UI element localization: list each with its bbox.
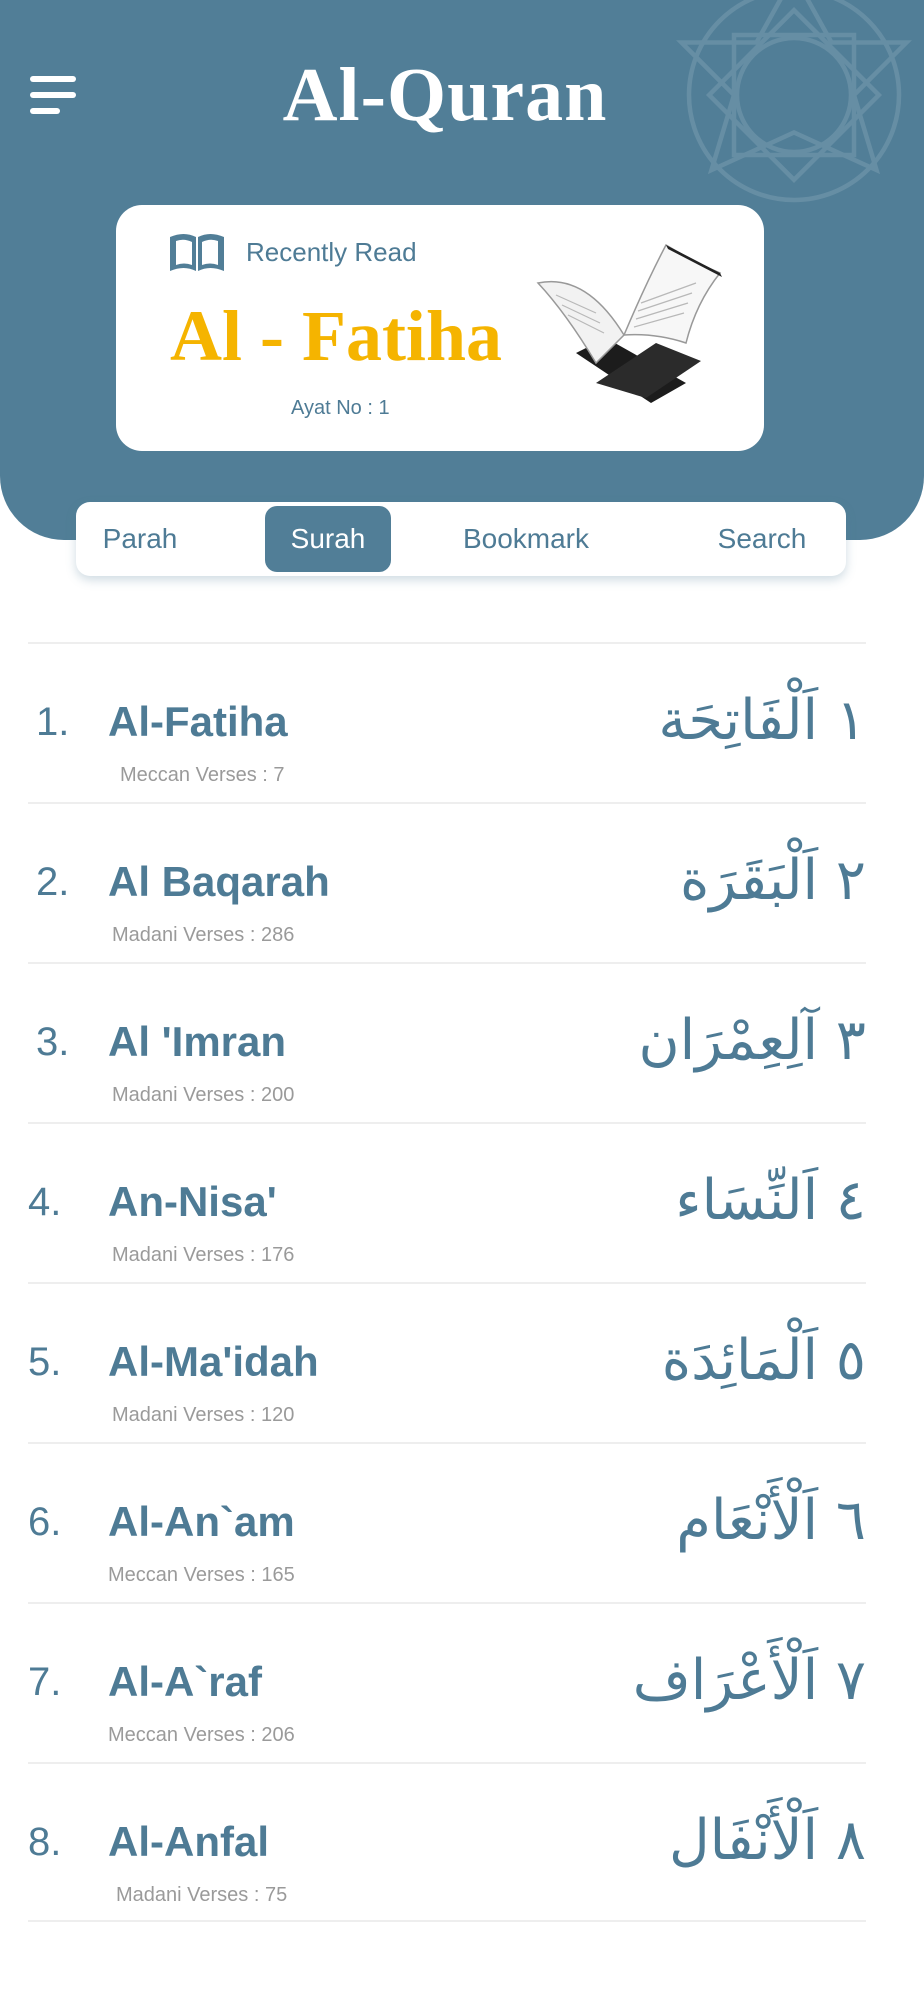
surah-list: 1. Al-Fatiha Meccan Verses : 7 ١ اَلْفَا… <box>28 642 866 1922</box>
surah-arabic-name: ٤ اَلنِّسَاء <box>675 1168 866 1233</box>
surah-arabic-name: ٧ اَلْأَعْرَاف <box>632 1648 866 1713</box>
surah-meta: Madani Verses : 75 <box>116 1884 288 1906</box>
surah-arabic-name: ٦ اَلْأَنْعَام <box>676 1488 866 1553</box>
surah-meta: Madani Verses : 176 <box>112 1244 295 1266</box>
tab-surah[interactable]: Surah <box>265 506 391 572</box>
surah-arabic-name: ٢ اَلْبَقَرَة <box>680 848 866 913</box>
surah-number: 3. <box>36 1020 70 1064</box>
tab-search[interactable]: Search <box>692 506 832 572</box>
app-header: Al-Quran Recently Read Al - Fatiha Ayat … <box>0 0 924 540</box>
surah-number: 2. <box>36 860 70 904</box>
tab-bar: Parah Surah Bookmark Search <box>76 502 846 576</box>
surah-name: Al-Ma'idah <box>108 1338 319 1385</box>
surah-number: 8. <box>28 1820 62 1864</box>
surah-number: 4. <box>28 1180 62 1224</box>
surah-number: 6. <box>28 1500 62 1544</box>
surah-arabic-name: ٨ اَلْأَنْفَال <box>668 1808 866 1873</box>
list-item[interactable]: 6. Al-An`am Meccan Verses : 165 ٦ اَلْأَ… <box>28 1442 866 1602</box>
list-item[interactable]: 2. Al Baqarah Madani Verses : 286 ٢ اَلْ… <box>28 802 866 962</box>
list-item[interactable]: 5. Al-Ma'idah Madani Verses : 120 ٥ اَلْ… <box>28 1282 866 1442</box>
recent-surah-title: Al - Fatiha <box>170 296 502 376</box>
surah-name: Al-Fatiha <box>108 698 288 745</box>
list-item[interactable]: 8. Al-Anfal Madani Verses : 75 ٨ اَلْأَن… <box>28 1762 866 1922</box>
surah-name: Al Baqarah <box>108 858 330 905</box>
surah-name: Al 'Imran <box>108 1018 287 1065</box>
surah-arabic-name: ٥ اَلْمَائِدَة <box>661 1328 866 1393</box>
surah-meta: Meccan Verses : 206 <box>108 1724 295 1746</box>
surah-meta: Madani Verses : 200 <box>112 1084 295 1106</box>
surah-name: Al-Anfal <box>108 1818 269 1865</box>
surah-meta: Meccan Verses : 165 <box>108 1564 295 1586</box>
tab-parah[interactable]: Parah <box>80 506 200 572</box>
app-title: Al-Quran <box>282 53 608 137</box>
list-item[interactable]: 1. Al-Fatiha Meccan Verses : 7 ١ اَلْفَا… <box>28 642 866 802</box>
recent-ayat-number: Ayat No : 1 <box>291 397 390 419</box>
surah-arabic-name: ٣ آلِعِمْرَان <box>638 1008 866 1073</box>
surah-name: An-Nisa' <box>108 1178 277 1225</box>
quran-on-stand-image <box>536 243 722 403</box>
list-item[interactable]: 4. An-Nisa' Madani Verses : 176 ٤ اَلنِّ… <box>28 1122 866 1282</box>
tab-bookmark[interactable]: Bookmark <box>446 506 606 572</box>
surah-name: Al-An`am <box>108 1498 295 1545</box>
surah-number: 1. <box>36 700 70 744</box>
surah-number: 5. <box>28 1340 62 1384</box>
surah-meta: Madani Verses : 286 <box>112 924 295 946</box>
open-book-icon <box>170 234 224 271</box>
recently-read-label: Recently Read <box>246 237 417 267</box>
surah-arabic-name: ١ اَلْفَاتِحَة <box>658 688 866 753</box>
surah-name: Al-A`raf <box>108 1658 262 1705</box>
surah-meta: Madani Verses : 120 <box>112 1404 295 1426</box>
recently-read-card[interactable]: Recently Read Al - Fatiha Ayat No : 1 <box>116 205 764 451</box>
surah-number: 7. <box>28 1660 62 1704</box>
surah-meta: Meccan Verses : 7 <box>120 764 285 786</box>
list-item[interactable]: 7. Al-A`raf Meccan Verses : 206 ٧ اَلْأَ… <box>28 1602 866 1762</box>
list-item[interactable]: 3. Al 'Imran Madani Verses : 200 ٣ آلِعِ… <box>28 962 866 1122</box>
